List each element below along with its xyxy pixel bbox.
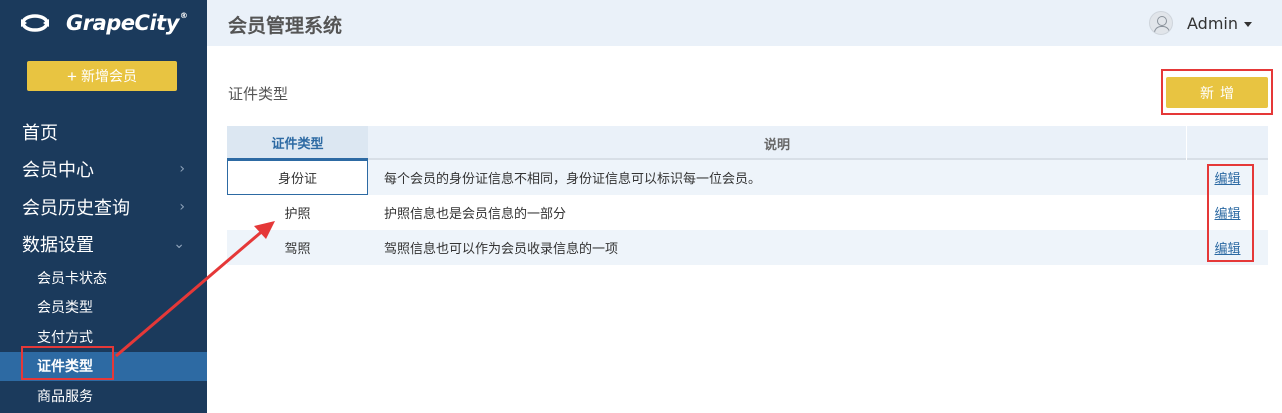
sidebar-item-label: 商品服务: [37, 388, 93, 405]
sidebar-item-member-history[interactable]: 会员历史查询 ›: [0, 188, 207, 226]
sidebar-subnav: 会员卡状态 会员类型 支付方式 证件类型 商品服务: [0, 263, 207, 411]
highlight-frame-edit: [1207, 164, 1254, 262]
highlight-frame-nav: [21, 346, 114, 380]
sidebar-item-product-service[interactable]: 商品服务: [0, 381, 207, 411]
brand-name: GrapeCity®: [66, 11, 188, 35]
cell-desc: 护照信息也是会员信息的一部分: [384, 207, 567, 222]
cell-type: 护照: [284, 207, 311, 222]
add-member-label: 新增会员: [80, 68, 137, 84]
sidebar-item-label: 会员中心: [22, 160, 94, 182]
brand-logo[interactable]: GrapeCity®: [18, 8, 188, 38]
table-row[interactable]: 护照 护照信息也是会员信息的一部分 编辑: [227, 195, 1268, 230]
sidebar-item-member-type[interactable]: 会员类型: [0, 293, 207, 323]
new-button[interactable]: 新增: [1166, 77, 1268, 108]
sidebar-item-label: 支付方式: [37, 329, 93, 346]
sidebar-item-label: 会员卡状态: [37, 270, 107, 287]
sidebar-item-label: 会员类型: [37, 300, 93, 317]
table-header: 证件类型 说明: [227, 126, 1268, 160]
avatar-icon: [1149, 11, 1173, 35]
column-header-desc[interactable]: 说明: [368, 126, 1187, 160]
cell-type: 驾照: [284, 242, 311, 257]
top-header: 会员管理系统 Admin: [207, 0, 1282, 46]
user-menu[interactable]: Admin: [1149, 11, 1252, 35]
column-header-type[interactable]: 证件类型: [227, 126, 368, 160]
sidebar-item-card-status[interactable]: 会员卡状态: [0, 263, 207, 293]
app-title: 会员管理系统: [228, 15, 343, 37]
sidebar-item-home[interactable]: 首页: [0, 113, 207, 151]
column-header-action: [1187, 126, 1268, 160]
user-name: Admin: [1187, 13, 1238, 33]
sidebar-item-label: 会员历史查询: [22, 197, 130, 219]
grapecity-logo-icon: [21, 14, 49, 32]
sidebar-item-label: 首页: [22, 122, 58, 144]
page-title: 证件类型: [228, 85, 289, 103]
table-row[interactable]: 驾照 驾照信息也可以作为会员收录信息的一项 编辑: [227, 230, 1268, 265]
sidebar-item-data-settings[interactable]: 数据设置 ⌄: [0, 226, 207, 264]
cell-desc: 每个会员的身份证信息不相同，身份证信息可以标识每一位会员。: [384, 172, 762, 187]
caret-down-icon: [1244, 21, 1252, 27]
chevron-down-icon: ⌄: [173, 236, 185, 253]
plus-icon: +: [67, 66, 77, 86]
cell-type: 身份证: [227, 160, 368, 195]
cell-desc: 驾照信息也可以作为会员收录信息的一项: [384, 242, 619, 257]
add-member-button[interactable]: + 新增会员: [27, 61, 177, 91]
chevron-right-icon: ›: [179, 161, 185, 178]
sidebar-item-label: 数据设置: [22, 235, 94, 257]
id-type-table: 证件类型 说明 身份证 每个会员的身份证信息不相同，身份证信息可以标识每一位会员…: [227, 126, 1268, 265]
chevron-right-icon: ›: [179, 198, 185, 215]
sidebar-item-member-center[interactable]: 会员中心 ›: [0, 151, 207, 189]
table-row[interactable]: 身份证 每个会员的身份证信息不相同，身份证信息可以标识每一位会员。 编辑: [227, 160, 1268, 195]
